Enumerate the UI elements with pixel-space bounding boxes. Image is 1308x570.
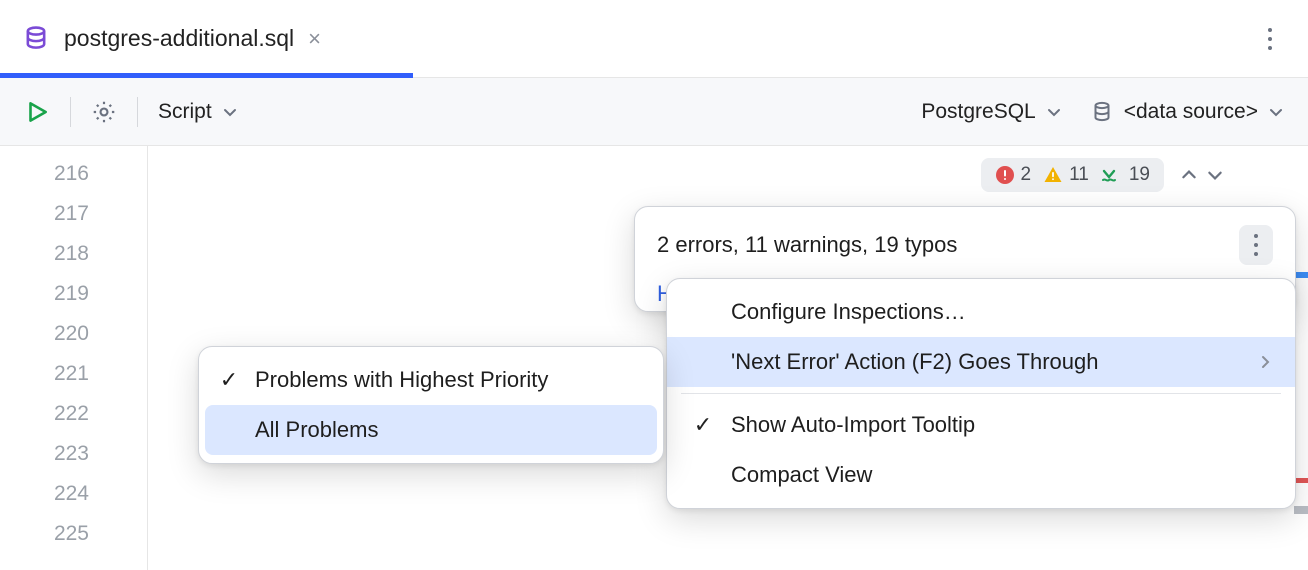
marker-scrollbar-thumb[interactable] <box>1294 506 1308 514</box>
submenu-highest-priority[interactable]: ✓ Problems with Highest Priority <box>205 355 657 405</box>
typo-count: 19 <box>1129 164 1150 186</box>
typo-icon <box>1101 165 1123 185</box>
tab-bar: postgres-additional.sql × <box>0 0 1308 78</box>
warning-count: 11 <box>1069 164 1089 186</box>
line-number: 225 <box>0 514 147 554</box>
editor-toolbar: Script PostgreSQL <data source> <box>0 78 1308 146</box>
error-icon <box>995 165 1015 185</box>
toolbar-divider <box>70 97 71 127</box>
prev-highlight-button[interactable] <box>1178 164 1200 186</box>
database-icon <box>22 25 50 53</box>
problems-summary-text: 2 errors, 11 warnings, 19 typos <box>657 232 1239 258</box>
editor-tab[interactable]: postgres-additional.sql × <box>0 0 343 77</box>
menu-separator <box>681 393 1281 394</box>
line-number: 216 <box>0 154 147 194</box>
error-count: 2 <box>1021 164 1032 186</box>
chevron-down-icon <box>222 104 238 120</box>
inspection-summary: 2 11 19 <box>981 158 1226 192</box>
error-stripe[interactable] <box>1294 146 1308 570</box>
next-error-submenu: ✓ Problems with Highest Priority All Pro… <box>198 346 664 464</box>
line-gutter: 216 217 218 219 220 221 222 223 224 225 <box>0 146 148 570</box>
submenu-all-problems[interactable]: All Problems <box>205 405 657 455</box>
line-number: 217 <box>0 194 147 234</box>
marker-error[interactable] <box>1294 478 1308 483</box>
check-icon: ✓ <box>689 412 717 438</box>
settings-icon[interactable] <box>91 99 117 125</box>
chevron-right-icon <box>1257 354 1273 370</box>
problems-context-menu: Configure Inspections… 'Next Error' Acti… <box>666 278 1296 509</box>
menu-compact-view[interactable]: Compact View <box>667 450 1295 500</box>
inspection-pill[interactable]: 2 11 19 <box>981 158 1164 192</box>
line-number: 223 <box>0 434 147 474</box>
toolbar-divider <box>137 97 138 127</box>
run-icon[interactable] <box>24 99 50 125</box>
database-icon <box>1090 100 1114 124</box>
chevron-down-icon <box>1046 104 1062 120</box>
chevron-down-icon <box>1268 104 1284 120</box>
datasource-selector[interactable]: <data source> <box>1090 100 1284 124</box>
dialect-selector[interactable]: PostgreSQL <box>921 100 1061 124</box>
line-number: 221 <box>0 354 147 394</box>
close-icon[interactable]: × <box>308 26 321 52</box>
line-number: 224 <box>0 474 147 514</box>
warning-icon <box>1043 165 1063 185</box>
line-number: 222 <box>0 394 147 434</box>
script-label: Script <box>158 100 212 124</box>
dialect-label: PostgreSQL <box>921 100 1035 124</box>
menu-next-error-goes-through[interactable]: 'Next Error' Action (F2) Goes Through <box>667 337 1295 387</box>
tab-overflow-menu[interactable] <box>1256 25 1284 53</box>
tab-active-indicator <box>0 73 413 78</box>
menu-show-auto-import-tooltip[interactable]: ✓ Show Auto-Import Tooltip <box>667 400 1295 450</box>
line-number: 219 <box>0 274 147 314</box>
next-highlight-button[interactable] <box>1204 164 1226 186</box>
datasource-label: <data source> <box>1124 100 1258 124</box>
line-number: 220 <box>0 314 147 354</box>
menu-configure-inspections[interactable]: Configure Inspections… <box>667 287 1295 337</box>
check-icon: ✓ <box>215 367 243 393</box>
script-mode-selector[interactable]: Script <box>158 100 238 124</box>
problems-popup-menu-button[interactable] <box>1239 225 1273 265</box>
line-number: 218 <box>0 234 147 274</box>
tab-filename: postgres-additional.sql <box>64 25 294 52</box>
